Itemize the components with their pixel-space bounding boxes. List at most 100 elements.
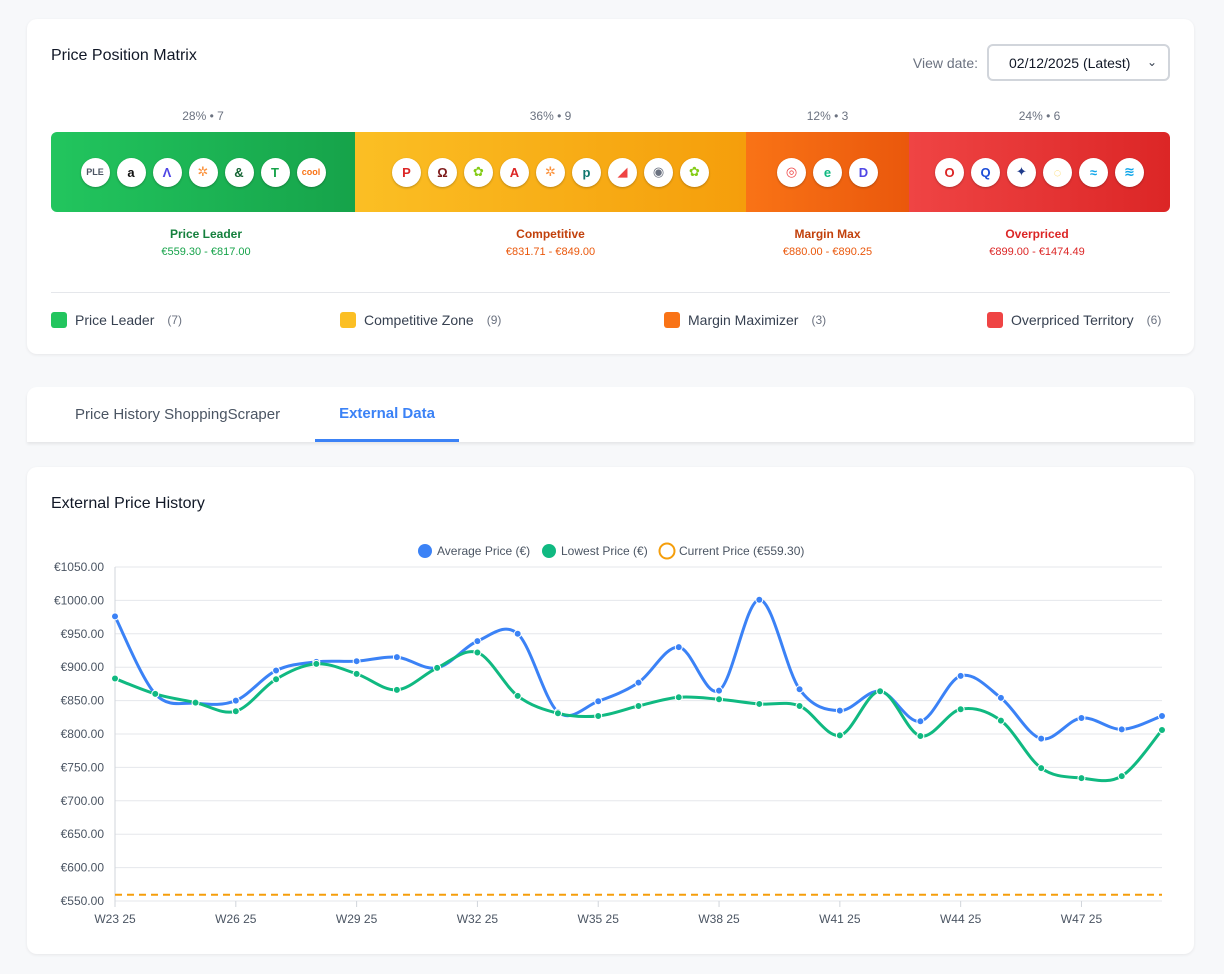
segment-margin-max[interactable]: ◎ e D: [746, 132, 909, 212]
data-point: [715, 686, 724, 695]
legend-label: Margin Maximizer: [688, 312, 799, 328]
retailer-logo-icon[interactable]: ✲: [536, 157, 565, 187]
y-tick-label: €800.00: [61, 727, 105, 741]
retailer-logo-icon[interactable]: ◎: [777, 157, 806, 187]
retailer-logo-icon[interactable]: ◌: [1043, 157, 1072, 187]
retailer-logo-icon[interactable]: Q: [971, 157, 1000, 187]
view-date-select[interactable]: 02/12/2025 (Latest) ⌄: [987, 44, 1170, 81]
y-tick-label: €1000.00: [54, 593, 104, 607]
segment-summary-competitive: 36% • 9: [529, 109, 572, 123]
retailer-logo-icon[interactable]: Ω: [428, 157, 457, 187]
x-tick-label: W41 25: [819, 912, 861, 926]
legend-item-price-leader: Price Leader (7): [51, 312, 182, 328]
y-tick-label: €850.00: [61, 694, 105, 708]
y-tick-label: €750.00: [61, 760, 105, 774]
legend-count: (9): [486, 313, 502, 327]
y-tick-label: €650.00: [61, 827, 105, 841]
legend-swatch: [340, 312, 356, 328]
y-tick-label: €600.00: [61, 861, 105, 875]
retailer-logo-icon[interactable]: ✿: [464, 157, 493, 187]
legend-label: Average Price (€): [437, 544, 530, 558]
data-point: [231, 696, 240, 705]
segment-label-competitive: Competitive: [516, 227, 585, 241]
legend-marker: [542, 544, 556, 558]
data-point: [1117, 725, 1126, 734]
retailer-logo-icon[interactable]: O: [935, 157, 964, 187]
legend-count: (7): [167, 313, 183, 327]
retailer-logo-icon[interactable]: e: [813, 157, 842, 187]
view-date-label: View date:: [912, 55, 978, 71]
segment-range-overpriced: €899.00 - €1474.49: [989, 246, 1085, 258]
retailer-logo-icon[interactable]: A: [500, 157, 529, 187]
legend-swatch: [664, 312, 680, 328]
retailer-logo-icon[interactable]: ✦: [1007, 157, 1036, 187]
data-point: [996, 716, 1005, 725]
data-point: [312, 659, 321, 668]
data-point: [553, 709, 562, 718]
data-point: [473, 637, 482, 646]
data-point: [111, 612, 119, 621]
retailer-logo-icon[interactable]: ✿: [680, 157, 709, 187]
retailer-logo-icon[interactable]: p: [572, 157, 601, 187]
segment-overpriced[interactable]: O Q ✦ ◌ ≈ ≋: [909, 132, 1170, 212]
data-point: [956, 671, 965, 680]
data-point: [1158, 725, 1166, 734]
segment-range-leader: €559.30 - €817.00: [161, 246, 251, 258]
data-point: [513, 691, 522, 700]
legend-item-competitive-zone: Competitive Zone (9): [340, 312, 501, 328]
tabs-bar: Price History ShoppingScraper External D…: [27, 387, 1194, 442]
data-point: [1077, 713, 1086, 722]
legend-label: Price Leader: [75, 312, 155, 328]
retailer-logo-icon[interactable]: a: [116, 157, 146, 187]
retailer-logo-icon[interactable]: &: [224, 157, 254, 187]
segment-summary-leader: 28% • 7: [182, 109, 224, 123]
retailer-logo-icon[interactable]: ≋: [1115, 157, 1144, 187]
data-point: [1158, 711, 1166, 720]
data-point: [1037, 764, 1046, 773]
tab-external-data[interactable]: External Data: [315, 387, 459, 442]
data-point: [916, 732, 925, 741]
segment-competitive[interactable]: P Ω ✿ A ✲ p ◢ ◉ ✿: [355, 132, 746, 212]
segment-label-margin: Margin Max: [794, 227, 861, 241]
retailer-logo-icon[interactable]: PLE: [80, 157, 110, 187]
divider: [51, 292, 1170, 293]
data-point: [1077, 774, 1086, 783]
segment-range-competitive: €831.71 - €849.00: [505, 246, 596, 258]
legend-label: Current Price (€559.30): [679, 544, 804, 558]
retailer-logo-icon[interactable]: ≈: [1079, 157, 1108, 187]
retailer-logo-icon[interactable]: ◢: [608, 157, 637, 187]
legend-marker: [658, 542, 676, 560]
segment-label-overpriced: Overpriced: [1005, 227, 1069, 241]
y-tick-label: €1050.00: [54, 560, 104, 574]
data-point: [231, 707, 240, 716]
chevron-down-icon: ⌄: [1146, 55, 1157, 69]
data-point: [191, 698, 200, 707]
legend-item-overpriced-territory: Overpriced Territory (6): [987, 312, 1161, 328]
retailer-logo-icon[interactable]: ✲: [188, 157, 218, 187]
retailer-logo-icon[interactable]: D: [849, 157, 878, 187]
retailer-logo-icon[interactable]: cool: [296, 157, 326, 187]
matrix-title: Price Position Matrix: [51, 47, 197, 64]
x-tick-label: W23 25: [94, 912, 136, 926]
legend-count: (3): [811, 313, 827, 327]
retailer-logo-icon[interactable]: ◉: [644, 157, 673, 187]
view-date-value: 02/12/2025 (Latest): [1009, 54, 1131, 71]
retailer-logo-icon[interactable]: P: [392, 157, 421, 187]
x-tick-label: W32 25: [457, 912, 499, 926]
y-tick-label: €900.00: [61, 660, 105, 674]
data-point: [715, 695, 724, 704]
data-point: [876, 687, 885, 696]
retailer-logo-icon[interactable]: Λ: [152, 157, 182, 187]
y-tick-label: €950.00: [61, 627, 105, 641]
legend-label: Overpriced Territory: [1011, 312, 1134, 328]
tab-price-history-shoppingscraper[interactable]: Price History ShoppingScraper: [75, 387, 280, 442]
price-position-matrix-card: Price Position Matrix View date: 02/12/2…: [27, 19, 1194, 354]
x-tick-label: W47 25: [1061, 912, 1103, 926]
price-history-chart: €1050.00 €1000.00 €950.00 €900.00 €850.00 €80…: [54, 542, 1166, 926]
data-point: [433, 663, 442, 672]
y-tick-label: €550.00: [61, 894, 105, 908]
data-point: [795, 685, 804, 694]
retailer-logo-icon[interactable]: T: [260, 157, 290, 187]
segment-price-leader[interactable]: PLE a Λ ✲ & Tcool: [51, 132, 355, 212]
series-line-1: [114, 650, 1164, 783]
